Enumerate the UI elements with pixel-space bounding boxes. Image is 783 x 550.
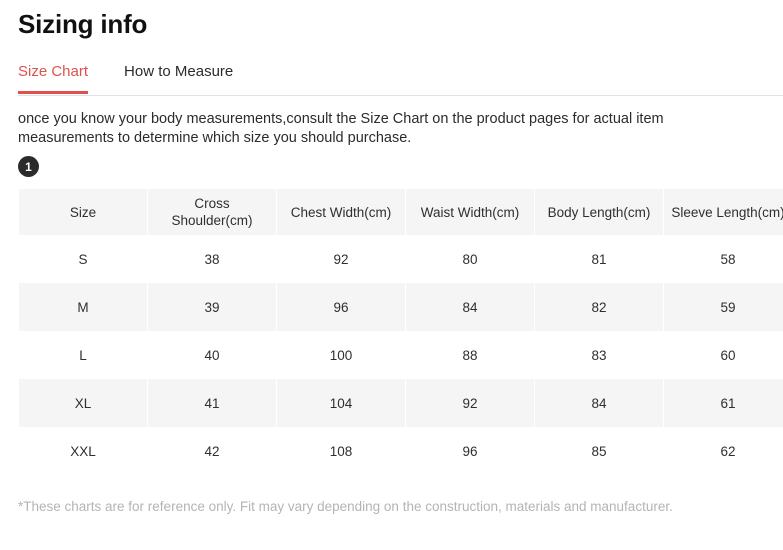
cell-waist-width: 88 xyxy=(406,331,534,379)
cell-sleeve-length: 59 xyxy=(664,283,783,331)
cell-body-length: 81 xyxy=(535,235,663,283)
page-title: Sizing info xyxy=(18,9,148,39)
table-row: L 40 100 88 83 60 xyxy=(19,331,783,379)
step-number-badge-icon: 1 xyxy=(18,156,39,177)
cell-size: L xyxy=(19,331,147,379)
cell-body-length: 83 xyxy=(535,331,663,379)
table-row: M 39 96 84 82 59 xyxy=(19,283,783,331)
cell-body-length: 84 xyxy=(535,379,663,427)
cell-chest-width: 100 xyxy=(277,331,405,379)
cell-sleeve-length: 60 xyxy=(664,331,783,379)
table-row: S 38 92 80 81 58 xyxy=(19,235,783,283)
cell-waist-width: 80 xyxy=(406,235,534,283)
column-header-body-length: Body Length(cm) xyxy=(535,189,663,235)
cell-waist-width: 96 xyxy=(406,427,534,475)
intro-paragraph: once you know your body measurements,con… xyxy=(18,111,664,146)
cell-chest-width: 96 xyxy=(277,283,405,331)
cell-cross-shoulder: 40 xyxy=(148,331,276,379)
cell-chest-width: 92 xyxy=(277,235,405,283)
cell-sleeve-length: 61 xyxy=(664,379,783,427)
cell-cross-shoulder: 39 xyxy=(148,283,276,331)
cell-body-length: 82 xyxy=(535,283,663,331)
cell-cross-shoulder: 38 xyxy=(148,235,276,283)
tab-size-chart[interactable]: Size Chart xyxy=(18,62,89,94)
table-row: XXL 42 108 96 85 62 xyxy=(19,427,783,475)
table-row: XL 41 104 92 84 61 xyxy=(19,379,783,427)
column-header-chest-width: Chest Width(cm) xyxy=(277,189,405,235)
cell-sleeve-length: 62 xyxy=(664,427,783,475)
sizing-info-page: Sizing info Size Chart How to Measure on… xyxy=(0,0,783,550)
size-table-container: Size Cross Shoulder(cm) Chest Width(cm) … xyxy=(18,189,783,475)
size-chart-table: Size Cross Shoulder(cm) Chest Width(cm) … xyxy=(18,189,783,475)
cell-size: XXL xyxy=(19,427,147,475)
table-header-row: Size Cross Shoulder(cm) Chest Width(cm) … xyxy=(19,189,783,235)
cell-sleeve-length: 58 xyxy=(664,235,783,283)
size-table-body: S 38 92 80 81 58 M 39 96 84 82 59 L 40 1… xyxy=(19,235,783,475)
cell-cross-shoulder: 41 xyxy=(148,379,276,427)
cell-waist-width: 84 xyxy=(406,283,534,331)
size-table-head: Size Cross Shoulder(cm) Chest Width(cm) … xyxy=(19,189,783,235)
column-header-cross-shoulder: Cross Shoulder(cm) xyxy=(148,189,276,235)
footnote-disclaimer: *These charts are for reference only. Fi… xyxy=(18,499,673,514)
cell-size: S xyxy=(19,235,147,283)
tab-bar: Size Chart How to Measure xyxy=(18,62,783,96)
tab-how-to-measure[interactable]: How to Measure xyxy=(124,62,233,94)
column-header-waist-width: Waist Width(cm) xyxy=(406,189,534,235)
cell-size: M xyxy=(19,283,147,331)
cell-chest-width: 108 xyxy=(277,427,405,475)
cell-size: XL xyxy=(19,379,147,427)
cell-waist-width: 92 xyxy=(406,379,534,427)
cell-chest-width: 104 xyxy=(277,379,405,427)
column-header-size: Size xyxy=(19,189,147,235)
cell-cross-shoulder: 42 xyxy=(148,427,276,475)
cell-body-length: 85 xyxy=(535,427,663,475)
column-header-sleeve-length: Sleeve Length(cm) xyxy=(664,189,783,235)
